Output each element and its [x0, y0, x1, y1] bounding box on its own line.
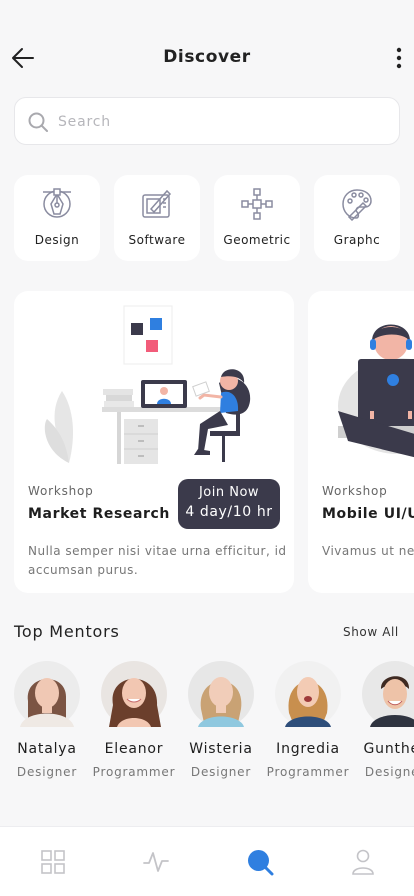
category-list: Design Software Geometric Graphc [14, 175, 414, 261]
workshop-illustration [44, 305, 251, 464]
avatar [188, 661, 254, 727]
category-software[interactable]: Software [114, 175, 200, 261]
mentor-role: Programmer [266, 765, 350, 779]
mentor-item[interactable]: Eleanor Programmer [89, 660, 179, 785]
profile-icon[interactable] [348, 847, 378, 877]
category-graphic[interactable]: Graphc [314, 175, 400, 261]
workshop-description: Nulla semper nisi vitae urna efficitur, … [28, 544, 287, 577]
search-box[interactable] [14, 97, 400, 145]
workshop-type: Workshop [322, 484, 388, 498]
bottom-tab-bar [0, 826, 414, 896]
mentor-name: Natalya [17, 741, 77, 757]
category-design[interactable]: Design [14, 175, 100, 261]
mentor-name: Wisteria [189, 741, 253, 757]
search-icon[interactable] [245, 847, 275, 877]
show-all-link[interactable]: Show All [343, 625, 399, 639]
workshop-duration: 4 day/10 hr [185, 504, 273, 520]
mentor-name: Ingredia [276, 741, 340, 757]
mentor-name: Eleanor [104, 741, 164, 757]
design-tablet-icon [142, 189, 172, 218]
mentor-role: Designer [190, 765, 252, 779]
vector-nodes-icon [241, 188, 273, 220]
activity-icon[interactable] [141, 847, 171, 877]
workshop-card[interactable]: Workshop Market Research Join Now 4 day/… [14, 291, 294, 593]
mentor-role: Designer [364, 765, 414, 779]
workshop-card[interactable]: Workshop Mobile UI/UX Vivamus ut ne maxi… [308, 291, 414, 593]
mentor-item[interactable]: Natalya Designer [2, 660, 92, 785]
category-label: Software [128, 233, 186, 247]
palette-icon [342, 189, 372, 221]
avatar [101, 661, 167, 727]
mentor-item[interactable]: Gunther Designer [350, 660, 414, 785]
category-geometric[interactable]: Geometric [214, 175, 300, 261]
mentor-name: Gunther [363, 741, 414, 757]
category-label: Geometric [223, 233, 291, 247]
join-now-button[interactable]: Join Now 4 day/10 hr [178, 479, 280, 529]
search-icon [28, 112, 48, 132]
section-title: Top Mentors [14, 622, 120, 641]
mentor-role: Programmer [92, 765, 176, 779]
workshop-illustration [338, 324, 414, 458]
workshop-type: Workshop [28, 484, 94, 498]
avatar [362, 661, 414, 727]
mentor-list: Natalya Designer Eleanor Programmer Wist… [0, 660, 414, 785]
more-options-icon[interactable] [392, 46, 406, 70]
category-label: Graphc [333, 233, 381, 247]
grid-icon[interactable] [38, 847, 68, 877]
workshop-description: Vivamus ut ne maximus a sit [322, 544, 414, 558]
search-input[interactable] [58, 110, 378, 134]
workshop-title: Mobile UI/UX [322, 506, 414, 522]
avatar [275, 661, 341, 727]
mentor-role: Designer [16, 765, 78, 779]
workshop-title: Market Research [28, 506, 170, 522]
workshop-carousel: Workshop Market Research Join Now 4 day/… [14, 291, 414, 593]
category-label: Design [34, 233, 80, 247]
avatar [14, 661, 80, 727]
join-now-label: Join Now [198, 485, 260, 500]
page-title: Discover [163, 47, 251, 67]
top-bar: Discover [0, 36, 414, 80]
pen-tool-icon [43, 188, 71, 218]
mentor-item[interactable]: Wisteria Designer [176, 660, 266, 785]
mentor-item[interactable]: Ingredia Programmer [263, 660, 353, 785]
